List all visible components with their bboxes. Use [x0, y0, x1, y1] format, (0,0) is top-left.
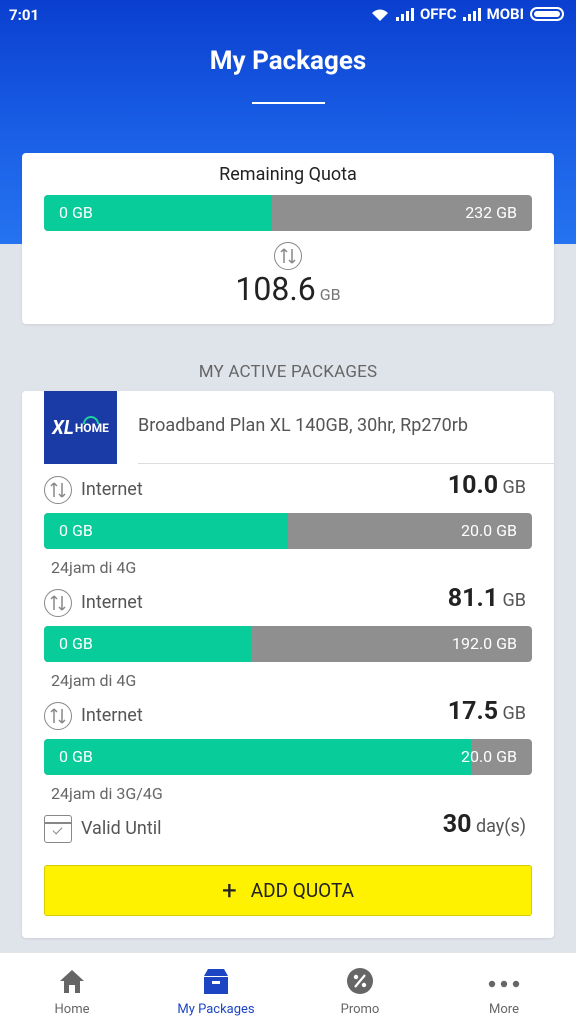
quota-note: 24jam di 4G: [51, 671, 137, 690]
remaining-quota-title: Remaining Quota: [219, 164, 357, 185]
quota-amount: 81.1 GB: [448, 584, 526, 613]
battery-icon: [530, 7, 564, 21]
nav-label: Promo: [340, 1002, 380, 1017]
logo-wifi-icon: [83, 416, 99, 424]
signal-icon: [462, 7, 481, 21]
remaining-amount-unit: GB: [319, 285, 341, 304]
quota-amount: 10.0 GB: [448, 471, 526, 500]
nav-my-packages[interactable]: My Packages: [144, 953, 288, 1024]
bar-min-label: 0 GB: [59, 203, 93, 222]
package-box-icon: [204, 969, 228, 994]
bar-max-label: 20.0 GB: [460, 521, 517, 540]
calendar-icon: [44, 815, 72, 843]
quota-bar: 0 GB 20.0 GB: [44, 513, 532, 549]
valid-days-unit: day(s): [475, 816, 526, 837]
wifi-icon: [371, 9, 388, 21]
bar-min-label: 0 GB: [59, 634, 93, 653]
quota-bar-fill: [44, 739, 471, 775]
logo-xl-text: XL: [52, 416, 74, 439]
quota-amount: 17.5 GB: [448, 697, 526, 726]
add-quota-label: ADD QUOTA: [250, 879, 355, 902]
nav-home[interactable]: Home: [0, 953, 144, 1024]
promo-badge-icon: [347, 968, 373, 994]
quota-amount-value: 10.0: [447, 471, 499, 500]
nav-label: More: [489, 1002, 519, 1017]
section-title: MY ACTIVE PACKAGES: [198, 362, 378, 382]
quota-bar: 0 GB 192.0 GB: [44, 626, 532, 662]
carrier-2: MOBI: [486, 5, 524, 23]
remaining-amount-value: 108.6: [235, 270, 316, 308]
divider: [138, 463, 554, 464]
quota-note: 24jam di 4G: [51, 558, 137, 577]
remaining-amount: 108.6 GB: [0, 270, 576, 308]
bar-max-label: 20.0 GB: [460, 747, 517, 766]
quota-label: Internet: [81, 479, 143, 500]
page-title: My Packages: [209, 46, 367, 76]
quota-note: 24jam di 3G/4G: [51, 784, 163, 803]
valid-days-value: 30: [442, 810, 472, 839]
status-bar: 7:01 OFFC MOBI: [0, 0, 576, 30]
more-dots-icon: [488, 980, 520, 988]
quota-bar: 0 GB 20.0 GB: [44, 739, 532, 775]
quota-amount-unit: GB: [502, 703, 526, 724]
quota-label: Internet: [81, 705, 143, 726]
title-underline: [252, 102, 325, 104]
bottom-navigation: Home My Packages Promo More: [0, 952, 576, 1024]
valid-until-label: Valid Until: [81, 818, 162, 839]
bar-max-label: 192.0 GB: [451, 634, 517, 653]
status-indicators: OFFC MOBI: [370, 5, 564, 23]
add-quota-button[interactable]: + ADD QUOTA: [44, 865, 532, 916]
bar-min-label: 0 GB: [59, 521, 93, 540]
data-transfer-icon: [44, 589, 72, 617]
nav-promo[interactable]: Promo: [288, 953, 432, 1024]
valid-until-value: 30 day(s): [443, 810, 526, 839]
bar-max-label: 232 GB: [465, 203, 517, 222]
quota-amount-value: 17.5: [447, 697, 499, 726]
nav-label: Home: [54, 1002, 90, 1017]
plan-name: Broadband Plan XL 140GB, 30hr, Rp270rb: [138, 415, 468, 436]
signal-icon: [395, 7, 414, 21]
xl-home-logo: XL HOME: [44, 391, 117, 464]
quota-label: Internet: [81, 592, 143, 613]
bar-min-label: 0 GB: [59, 747, 93, 766]
carrier-1: OFFC: [419, 5, 457, 23]
remaining-quota-bar: 0 GB 232 GB: [44, 195, 532, 231]
home-icon: [60, 970, 84, 993]
quota-amount-value: 81.1: [447, 584, 499, 613]
quota-amount-unit: GB: [502, 590, 526, 611]
status-time: 7:01: [9, 6, 40, 24]
quota-amount-unit: GB: [502, 477, 526, 498]
active-package-card: XL HOME Broadband Plan XL 140GB, 30hr, R…: [22, 391, 554, 938]
nav-more[interactable]: More: [432, 953, 576, 1024]
data-transfer-icon: [44, 476, 72, 504]
nav-label: My Packages: [177, 1002, 255, 1017]
plus-icon: +: [221, 875, 237, 906]
data-transfer-icon: [44, 702, 72, 730]
data-transfer-icon: [274, 242, 302, 270]
